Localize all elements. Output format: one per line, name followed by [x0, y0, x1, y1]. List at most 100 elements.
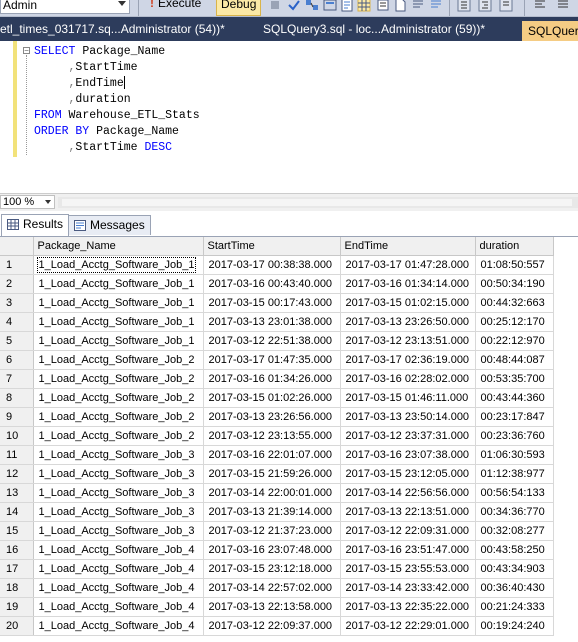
cell-starttime[interactable]: 2017-03-13 23:01:38.000 [203, 312, 341, 332]
cell-package-name[interactable]: 1_Load_Acctg_Software_Job_1 [33, 331, 204, 351]
table-row[interactable]: 8 1_Load_Acctg_Software_Job_2 2017-03-15 0… [0, 388, 554, 408]
row-number[interactable]: 3 [0, 293, 34, 313]
cell-duration[interactable]: 00:44:32:663 [475, 293, 554, 313]
table-row[interactable]: 16 1_Load_Acctg_Software_Job_4 2017-03-16 … [0, 540, 554, 560]
cell-package-name[interactable]: 1_Load_Acctg_Software_Job_2 [33, 388, 204, 408]
row-number[interactable]: 11 [0, 445, 34, 465]
code-line[interactable]: ,duration [34, 92, 200, 108]
cell-endtime[interactable]: 2017-03-14 23:33:42.000 [340, 578, 476, 598]
cell-starttime[interactable]: 2017-03-13 23:26:56.000 [203, 407, 341, 427]
cell-duration[interactable]: 01:06:30:593 [475, 445, 554, 465]
corner-header[interactable] [0, 237, 34, 256]
cell-endtime[interactable]: 2017-03-15 01:46:11.000 [340, 388, 476, 408]
cell-duration[interactable]: 00:25:12:170 [475, 312, 554, 332]
cell-package-name[interactable]: 1_Load_Acctg_Software_Job_3 [33, 483, 204, 503]
table-row[interactable]: 5 1_Load_Acctg_Software_Job_1 2017-03-12 2… [0, 331, 554, 351]
cell-starttime[interactable]: 2017-03-13 21:39:14.000 [203, 502, 341, 522]
cell-duration[interactable]: 00:56:54:133 [475, 483, 554, 503]
table-row[interactable]: 19 1_Load_Acctg_Software_Job_4 2017-03-13 … [0, 597, 554, 617]
row-number[interactable]: 9 [0, 407, 34, 427]
results-grid[interactable]: Package_Name StartTime EndTime duration … [0, 237, 578, 642]
database-selector[interactable]: Admin [0, 0, 130, 14]
code-line[interactable]: SELECT Package_Name [34, 44, 200, 60]
intellisense-icon[interactable] [340, 0, 354, 12]
table-row[interactable]: 13 1_Load_Acctg_Software_Job_3 2017-03-14 … [0, 483, 554, 503]
row-number[interactable]: 12 [0, 464, 34, 484]
column-header-endtime[interactable]: EndTime [340, 237, 476, 256]
code-line[interactable]: ,StartTime [34, 60, 200, 76]
cell-duration[interactable]: 00:23:17:847 [475, 407, 554, 427]
cell-package-name[interactable]: 1_Load_Acctg_Software_Job_2 [33, 350, 204, 370]
cell-package-name[interactable]: 1_Load_Acctg_Software_Job_2 [33, 369, 204, 389]
row-number[interactable]: 13 [0, 483, 34, 503]
cell-duration[interactable]: 01:08:50:557 [475, 255, 554, 275]
cell-package-name[interactable]: 1_Load_Acctg_Software_Job_4 [33, 540, 204, 560]
cell-package-name[interactable]: 1_Load_Acctg_Software_Job_4 [33, 578, 204, 598]
row-number[interactable]: 4 [0, 312, 34, 332]
cell-package-name[interactable]: 1_Load_Acctg_Software_Job_3 [33, 445, 204, 465]
table-row[interactable]: 4 1_Load_Acctg_Software_Job_1 2017-03-13 2… [0, 312, 554, 332]
cell-duration[interactable]: 01:12:38:977 [475, 464, 554, 484]
cell-starttime[interactable]: 2017-03-15 23:12:18.000 [203, 559, 341, 579]
cell-package-name[interactable]: 1_Load_Acctg_Software_Job_3 [33, 502, 204, 522]
cell-duration[interactable]: 00:34:36:770 [475, 502, 554, 522]
cell-starttime[interactable]: 2017-03-12 22:51:38.000 [203, 331, 341, 351]
tab-results[interactable]: Results [1, 214, 70, 236]
tab-messages[interactable]: Messages [68, 215, 151, 235]
debug-button[interactable]: Debug [216, 0, 262, 16]
cell-endtime[interactable]: 2017-03-12 22:29:01.000 [340, 616, 476, 636]
cell-starttime[interactable]: 2017-03-13 22:13:58.000 [203, 597, 341, 617]
code-line[interactable]: ,EndTime [34, 76, 200, 92]
scrollbar-thumb[interactable] [62, 199, 572, 206]
cell-endtime[interactable]: 2017-03-16 01:34:14.000 [340, 274, 476, 294]
cell-starttime[interactable]: 2017-03-14 22:57:02.000 [203, 578, 341, 598]
results-to-grid-icon[interactable] [357, 0, 371, 12]
table-row[interactable]: 6 1_Load_Acctg_Software_Job_2 2017-03-17 0… [0, 350, 554, 370]
cell-endtime[interactable]: 2017-03-13 22:13:51.000 [340, 502, 476, 522]
cell-starttime[interactable]: 2017-03-16 23:07:48.000 [203, 540, 341, 560]
table-row[interactable]: 11 1_Load_Acctg_Software_Job_3 2017-03-16 … [0, 445, 554, 465]
cell-starttime[interactable]: 2017-03-15 21:59:26.000 [203, 464, 341, 484]
cell-endtime[interactable]: 2017-03-12 22:09:31.000 [340, 521, 476, 541]
cell-endtime[interactable]: 2017-03-17 01:47:28.000 [340, 255, 476, 275]
cell-duration[interactable]: 00:43:34:903 [475, 559, 554, 579]
horizontal-scrollbar[interactable] [58, 197, 578, 208]
cell-duration[interactable]: 00:43:44:360 [475, 388, 554, 408]
table-row[interactable]: 3 1_Load_Acctg_Software_Job_1 2017-03-15 0… [0, 293, 554, 313]
uncomment-icon[interactable] [429, 0, 443, 12]
cell-package-name[interactable]: 1_Load_Acctg_Software_Job_2 [33, 407, 204, 427]
cell-duration[interactable]: 00:36:40:430 [475, 578, 554, 598]
results-to-text-icon[interactable] [376, 0, 390, 12]
decrease-indent-icon[interactable] [457, 0, 471, 12]
cell-endtime[interactable]: 2017-03-13 23:50:14.000 [340, 407, 476, 427]
row-number[interactable]: 7 [0, 369, 34, 389]
code-line[interactable]: FROM Warehouse_ETL_Stats [34, 108, 200, 124]
table-row[interactable]: 14 1_Load_Acctg_Software_Job_3 2017-03-13 … [0, 502, 554, 522]
row-number[interactable]: 14 [0, 502, 34, 522]
cell-starttime[interactable]: 2017-03-16 00:43:40.000 [203, 274, 341, 294]
cell-endtime[interactable]: 2017-03-15 23:12:05.000 [340, 464, 476, 484]
code-line[interactable]: ORDER BY Package_Name [34, 124, 200, 140]
stop-icon[interactable] [268, 0, 282, 12]
tab-sqlquery-active[interactable]: SQLQuer [522, 21, 578, 41]
execution-plan-icon[interactable] [305, 0, 319, 12]
table-row[interactable]: 20 1_Load_Acctg_Software_Job_4 2017-03-12 … [0, 616, 554, 636]
cell-duration[interactable]: 00:48:44:087 [475, 350, 554, 370]
cell-endtime[interactable]: 2017-03-16 02:28:02.000 [340, 369, 476, 389]
parse-check-icon[interactable] [287, 0, 301, 12]
row-number[interactable]: 15 [0, 521, 34, 541]
column-header-starttime[interactable]: StartTime [203, 237, 341, 256]
cell-package-name[interactable]: 1_Load_Acctg_Software_Job_4 [33, 597, 204, 617]
tab-sqlquery3[interactable]: SQLQuery3.sql - loc...Administrator (59)… [263, 22, 485, 36]
cell-starttime[interactable]: 2017-03-14 22:00:01.000 [203, 483, 341, 503]
cell-starttime[interactable]: 2017-03-15 01:02:26.000 [203, 388, 341, 408]
cell-endtime[interactable]: 2017-03-12 23:13:51.000 [340, 331, 476, 351]
cell-package-name[interactable]: 1_Load_Acctg_Software_Job_3 [33, 521, 204, 541]
column-header-package-name[interactable]: Package_Name [33, 237, 204, 256]
cell-package-name[interactable]: 1_Load_Acctg_Software_Job_4 [33, 616, 204, 636]
specify-values-icon[interactable] [499, 0, 513, 12]
cell-starttime[interactable]: 2017-03-16 01:34:26.000 [203, 369, 341, 389]
query-editor[interactable]: − SELECT Package_Name ,StartTime ,EndTim… [0, 41, 578, 192]
cell-starttime[interactable]: 2017-03-12 21:37:23.000 [203, 521, 341, 541]
table-row[interactable]: 10 1_Load_Acctg_Software_Job_2 2017-03-12 … [0, 426, 554, 446]
